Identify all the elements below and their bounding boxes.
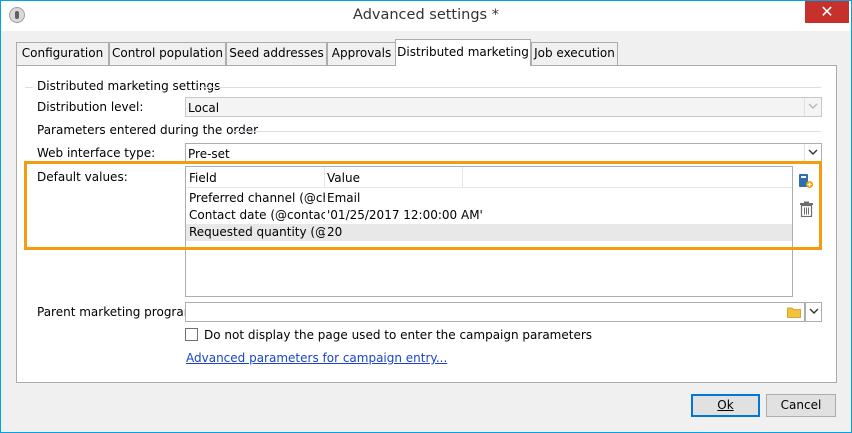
parent-program-dropdown[interactable] — [805, 302, 822, 322]
tab-seed-addresses[interactable]: Seed addresses — [226, 42, 327, 65]
chevron-down-icon[interactable] — [804, 144, 821, 162]
distribution-level-value: Local — [188, 101, 220, 115]
tab-configuration[interactable]: Configuration — [16, 42, 109, 65]
hide-params-page-label[interactable]: Do not display the page used to enter th… — [204, 328, 592, 342]
group-divider-left — [25, 87, 33, 88]
hide-params-page-checkbox[interactable] — [185, 328, 198, 341]
window-title: Advanced settings * — [353, 7, 499, 23]
tab-control-population[interactable]: Control population — [109, 42, 226, 65]
web-interface-label: Web interface type: — [37, 146, 156, 160]
chevron-down-icon[interactable] — [806, 303, 821, 321]
advanced-params-link[interactable]: Advanced parameters for campaign entry..… — [186, 351, 447, 365]
folder-icon[interactable] — [787, 306, 801, 321]
web-interface-select[interactable]: Pre-set — [185, 143, 822, 163]
parent-program-label: Parent marketing program: — [37, 305, 200, 319]
cancel-button[interactable]: Cancel — [766, 394, 836, 417]
tab-approvals[interactable]: Approvals — [327, 42, 396, 65]
ok-button[interactable]: Ok — [691, 394, 760, 417]
group-title-distributed: Distributed marketing settings — [37, 79, 221, 93]
web-interface-value: Pre-set — [188, 147, 230, 161]
tab-distributed-marketing[interactable]: Distributed marketing — [395, 39, 531, 66]
group-divider — [199, 87, 821, 88]
title-bar[interactable]: Advanced settings * ✕ — [1, 1, 851, 31]
advanced-settings-dialog: Advanced settings * ✕ Configuration Cont… — [0, 0, 852, 433]
distribution-level-select[interactable]: Local — [185, 97, 822, 117]
ok-button-label: Ok — [717, 398, 734, 412]
tab-job-execution[interactable]: Job execution — [531, 42, 618, 65]
params-group-title: Parameters entered during the order — [37, 123, 259, 137]
parent-program-input[interactable] — [185, 302, 805, 322]
close-button[interactable]: ✕ — [805, 1, 849, 23]
params-group-divider — [233, 131, 821, 132]
chevron-down-icon[interactable] — [804, 98, 821, 116]
highlight-frame — [24, 161, 822, 250]
cancel-button-label: Cancel — [780, 398, 822, 412]
distribution-level-label: Distribution level: — [37, 100, 144, 114]
